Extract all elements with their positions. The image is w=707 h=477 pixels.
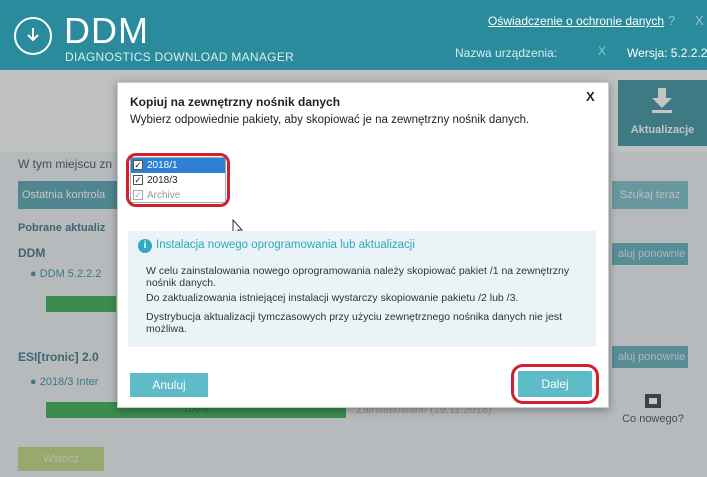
cancel-button[interactable]: Anuluj [130, 373, 208, 397]
app-header: DDM DIAGNOSTICS DOWNLOAD MANAGER Oświadc… [0, 0, 707, 70]
info-box: i Instalacja nowego oprogramowania lub a… [128, 231, 596, 347]
info-paragraph: Dystrybucja aktualizacji tymczasowych pr… [146, 311, 563, 335]
version-label: Wersja: 5.2.2.2 [627, 46, 707, 60]
app-subtitle: DIAGNOSTICS DOWNLOAD MANAGER [65, 50, 295, 64]
info-paragraph: W celu zainstalowania nowego oprogramowa… [146, 265, 570, 289]
highlight-ring-packages [126, 153, 230, 207]
dialog-subtitle: Wybierz odpowiednie pakiety, aby skopiow… [130, 114, 530, 126]
copy-to-external-dialog: Kopiuj na zewnętrzny nośnik danych X Wyb… [117, 82, 609, 408]
dialog-title: Kopiuj na zewnętrzny nośnik danych [130, 95, 341, 109]
download-logo-icon [14, 17, 52, 55]
info-paragraph: Do zaktualizowania istniejącej instalacj… [146, 292, 519, 304]
dialog-close-button[interactable]: X [586, 89, 595, 104]
device-name-label: Nazwa urządzenia: [455, 46, 558, 60]
app-close-button[interactable]: X [695, 13, 704, 28]
app-title: DDM [64, 10, 149, 51]
info-heading: Instalacja nowego oprogramowania lub akt… [156, 239, 415, 251]
info-icon: i [138, 239, 152, 253]
device-clear-button[interactable]: X [598, 44, 606, 58]
privacy-link[interactable]: Oświadczenie o ochronie danych [488, 14, 664, 28]
help-button[interactable]: ? [668, 13, 675, 28]
highlight-ring-next [511, 364, 599, 404]
